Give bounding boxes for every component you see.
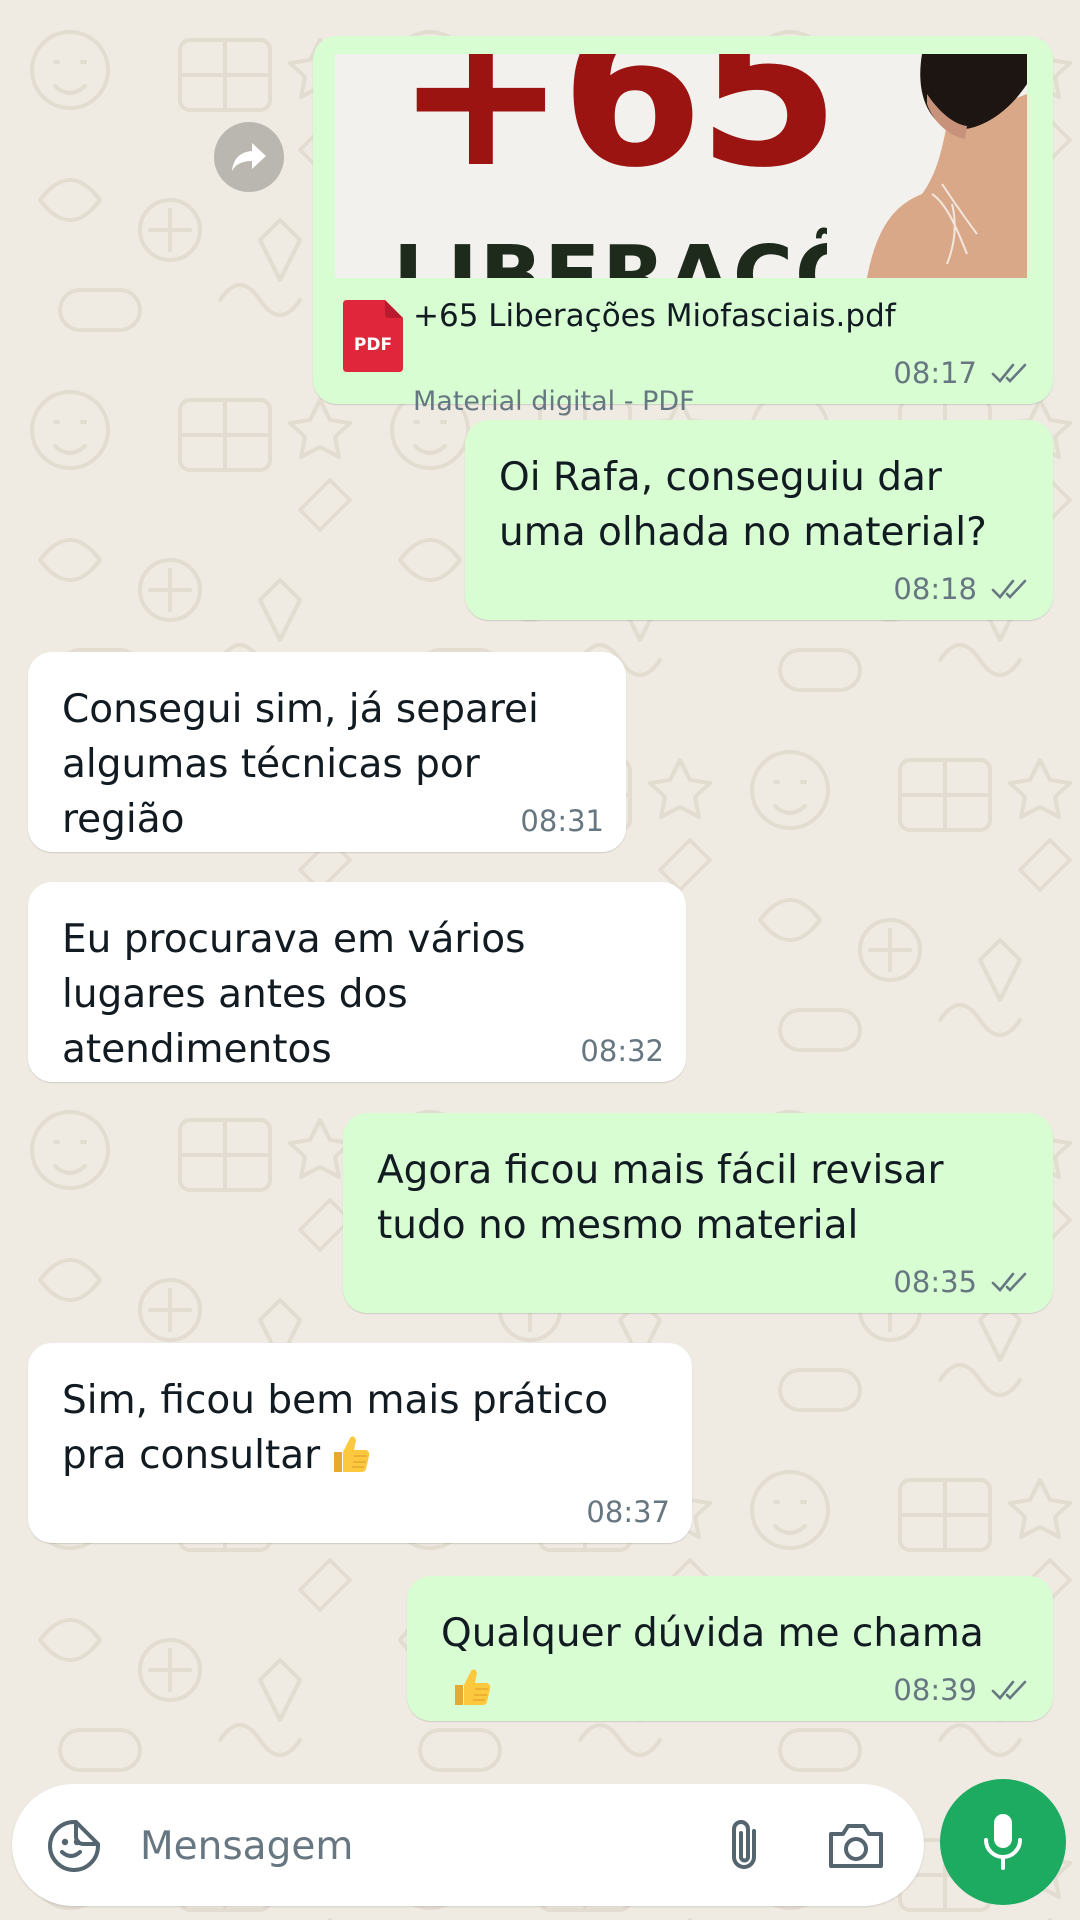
message-text: Sim, ficou bem mais prático pra consulta…	[62, 1373, 662, 1483]
message-time: 08:18	[893, 572, 977, 606]
pdf-thumbnail[interactable]: +65 LIBERAÇÕES	[335, 54, 1027, 278]
camera-icon	[829, 1824, 883, 1868]
pdf-thumbnail-title: +65	[395, 54, 840, 213]
incoming-message-bubble[interactable]: Sim, ficou bem mais prático pra consulta…	[28, 1343, 692, 1543]
forward-button[interactable]	[214, 122, 284, 192]
double-check-icon	[991, 579, 1027, 599]
message-text: Consegui sim, já separei algumas técnica…	[62, 687, 539, 842]
message-composer	[12, 1784, 924, 1906]
message-meta: 08:39	[893, 1673, 1031, 1707]
pdf-file-icon: PDF	[343, 300, 403, 372]
incoming-message-bubble[interactable]: Consegui sim, já separei algumas técnica…	[28, 652, 626, 852]
double-check-icon	[991, 1680, 1027, 1700]
message-meta: 08:35	[893, 1265, 1031, 1299]
double-check-icon	[991, 1272, 1027, 1292]
thumbs-up-icon	[334, 1436, 370, 1472]
pdf-file-badge: PDF	[354, 335, 392, 355]
message-text-content: Qualquer dúvida me chama	[441, 1611, 984, 1656]
message-input[interactable]	[138, 1808, 702, 1884]
thumbs-up-icon	[455, 1669, 491, 1705]
outgoing-message-bubble[interactable]: Oi Rafa, conseguiu dar uma olhada no mat…	[465, 420, 1053, 620]
outgoing-message-bubble[interactable]: Qualquer dúvida me chama 08:39	[407, 1576, 1053, 1721]
message-time: 08:35	[893, 1265, 977, 1299]
attach-icon	[732, 1820, 756, 1869]
message-time: 08:31	[520, 804, 604, 838]
message-meta: 08:31	[520, 804, 604, 838]
message-meta: 08:17	[893, 356, 1031, 390]
message-time: 08:39	[893, 1673, 977, 1707]
sticker-icon	[48, 1820, 100, 1872]
message-text: Agora ficou mais fácil revisar tudo no m…	[377, 1148, 944, 1248]
message-meta: 08:32	[580, 1034, 664, 1068]
voice-record-button[interactable]	[940, 1779, 1066, 1905]
outgoing-message-bubble[interactable]: Agora ficou mais fácil revisar tudo no m…	[343, 1113, 1053, 1313]
camera-button[interactable]	[820, 1814, 892, 1878]
double-check-icon	[991, 363, 1027, 383]
message-text: Oi Rafa, conseguiu dar uma olhada no mat…	[499, 455, 987, 555]
message-text: Eu procurava em vários lugares antes dos…	[62, 917, 526, 1072]
incoming-message-bubble[interactable]: Eu procurava em vários lugares antes dos…	[28, 882, 686, 1082]
message-meta: 08:37	[586, 1495, 670, 1529]
forward-icon	[232, 143, 266, 171]
woman-shoulder-image	[827, 54, 1027, 278]
message-meta: 08:18	[893, 572, 1031, 606]
message-time: 08:17	[893, 356, 977, 390]
message-time: 08:37	[586, 1495, 670, 1529]
message-time: 08:32	[580, 1034, 664, 1068]
sticker-button[interactable]	[42, 1814, 106, 1878]
pdf-file-name: +65 Liberações Miofasciais.pdf	[413, 298, 896, 334]
mic-icon	[984, 1814, 1022, 1870]
pdf-message-bubble[interactable]: +65 LIBERAÇÕES PDF +65 Liberações Miofas…	[313, 36, 1053, 417]
attach-button[interactable]	[712, 1814, 776, 1878]
pdf-file-meta: Material digital - PDF	[413, 386, 695, 417]
